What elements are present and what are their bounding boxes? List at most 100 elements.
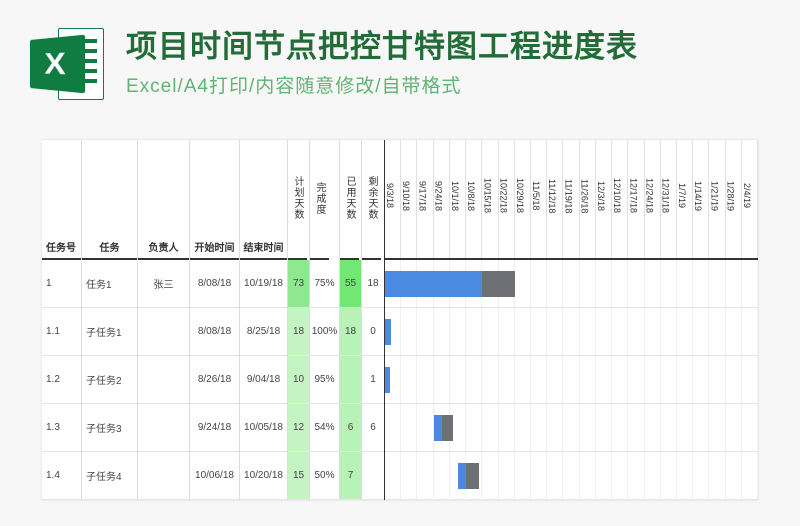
gantt-row — [385, 404, 758, 452]
cell-plan-days: 12 — [288, 404, 309, 452]
col-task-no: 任务号 1 1.1 1.2 1.3 1.4 — [42, 140, 82, 500]
cell-start: 10/06/18 — [190, 452, 239, 500]
col-start: 开始时间 8/08/18 8/08/18 8/26/18 9/24/18 10/… — [190, 140, 240, 500]
gantt-date-col: 1/28/19 — [726, 140, 742, 258]
header-task-no: 任务号 — [42, 140, 81, 260]
cell-person — [138, 452, 189, 500]
cell-progress: 95% — [310, 356, 339, 404]
cell-task: 任务1 — [82, 260, 137, 308]
cell-plan-days: 73 — [288, 260, 309, 308]
gantt-date-col: 10/22/18 — [499, 140, 515, 258]
cell-progress: 100% — [310, 308, 339, 356]
spreadsheet-preview: 任务号 1 1.1 1.2 1.3 1.4 任务 任务1 子任务1 子任务2 子… — [42, 140, 758, 500]
gantt-bar-done — [385, 367, 390, 393]
cell-used-days: 7 — [340, 452, 361, 500]
gantt-area: 9/3/189/10/189/17/189/24/1810/1/1810/8/1… — [385, 140, 758, 500]
gantt-date-col: 12/10/18 — [612, 140, 628, 258]
document-subtitle: Excel/A4打印/内容随意修改/自带格式 — [126, 71, 800, 98]
header-task: 任务 — [82, 140, 137, 260]
title-text: 项目时间节点把控甘特图工程进度表 Excel/A4打印/内容随意修改/自带格式 — [126, 28, 800, 98]
cell-start: 9/24/18 — [190, 404, 239, 452]
cell-task: 子任务1 — [82, 308, 137, 356]
document-title: 项目时间节点把控甘特图工程进度表 — [126, 28, 800, 67]
gantt-date-col: 9/24/18 — [434, 140, 450, 258]
cell-task-no: 1.3 — [42, 404, 81, 452]
cell-progress: 75% — [310, 260, 339, 308]
excel-icon: X — [30, 28, 110, 108]
header-used-days: 已用天数 — [340, 140, 359, 260]
cell-task-no: 1.1 — [42, 308, 81, 356]
cell-remain-days: 18 — [362, 260, 384, 308]
title-bar: X 项目时间节点把控甘特图工程进度表 Excel/A4打印/内容随意修改/自带格… — [0, 0, 800, 108]
cell-task-no: 1 — [42, 260, 81, 308]
cell-start: 8/08/18 — [190, 260, 239, 308]
cell-remain-days: 0 — [362, 308, 384, 356]
gantt-date-col: 1/14/19 — [693, 140, 709, 258]
cell-person — [138, 404, 189, 452]
gantt-date-col: 12/3/18 — [596, 140, 612, 258]
gantt-bar-done — [434, 415, 442, 441]
header-remain-days: 剩余天数 — [362, 140, 381, 260]
excel-icon-letter: X — [45, 46, 66, 83]
cell-plan-days: 10 — [288, 356, 309, 404]
cell-remain-days: 6 — [362, 404, 384, 452]
gantt-row — [385, 260, 758, 308]
cell-used-days: 55 — [340, 260, 361, 308]
col-progress: 完成度 75% 100% 95% 54% 50% — [310, 140, 340, 500]
gantt-date-col: 11/26/18 — [580, 140, 596, 258]
gantt-date-col: 9/10/18 — [401, 140, 417, 258]
cell-task-no: 1.2 — [42, 356, 81, 404]
header-person: 负责人 — [138, 140, 189, 260]
gantt-bar-remaining — [442, 415, 453, 441]
header-plan-days: 计划天数 — [288, 140, 307, 260]
cell-task: 子任务2 — [82, 356, 137, 404]
gantt-date-col: 10/29/18 — [515, 140, 531, 258]
cell-person: 张三 — [138, 260, 189, 308]
cell-start: 8/08/18 — [190, 308, 239, 356]
cell-used-days — [340, 356, 361, 404]
cell-person — [138, 308, 189, 356]
cell-progress: 54% — [310, 404, 339, 452]
gantt-date-col: 12/24/18 — [645, 140, 661, 258]
header-end: 结束时间 — [240, 140, 287, 260]
cell-end: 10/20/18 — [240, 452, 287, 500]
cell-task: 子任务3 — [82, 404, 137, 452]
gantt-date-col: 12/17/18 — [628, 140, 644, 258]
header-progress: 完成度 — [310, 140, 329, 260]
cell-plan-days: 15 — [288, 452, 309, 500]
header-start: 开始时间 — [190, 140, 239, 260]
col-end: 结束时间 10/19/18 8/25/18 9/04/18 10/05/18 1… — [240, 140, 288, 500]
col-used-days: 已用天数 55 18 6 7 — [340, 140, 362, 500]
gantt-date-col: 9/3/18 — [385, 140, 401, 258]
cell-remain-days — [362, 452, 384, 500]
cell-start: 8/26/18 — [190, 356, 239, 404]
table-left-columns: 任务号 1 1.1 1.2 1.3 1.4 任务 任务1 子任务1 子任务2 子… — [42, 140, 385, 500]
cell-task: 子任务4 — [82, 452, 137, 500]
cell-remain-days: 1 — [362, 356, 384, 404]
gantt-row — [385, 452, 758, 500]
gantt-date-col: 11/5/18 — [531, 140, 547, 258]
cell-plan-days: 18 — [288, 308, 309, 356]
cell-end: 9/04/18 — [240, 356, 287, 404]
gantt-bar-done — [385, 319, 391, 345]
cell-used-days: 6 — [340, 404, 361, 452]
gantt-date-col: 11/19/18 — [563, 140, 579, 258]
col-person: 负责人 张三 — [138, 140, 190, 500]
gantt-date-col: 1/7/19 — [677, 140, 693, 258]
gantt-date-col: 12/31/18 — [661, 140, 677, 258]
gantt-row — [385, 356, 758, 404]
gantt-date-col: 10/1/18 — [450, 140, 466, 258]
gantt-date-col: 10/8/18 — [466, 140, 482, 258]
gantt-bar-remaining — [482, 271, 514, 297]
cell-end: 8/25/18 — [240, 308, 287, 356]
col-plan-days: 计划天数 73 18 10 12 15 — [288, 140, 310, 500]
gantt-date-col: 9/17/18 — [417, 140, 433, 258]
cell-used-days: 18 — [340, 308, 361, 356]
cell-task-no: 1.4 — [42, 452, 81, 500]
gantt-date-col: 2/4/19 — [742, 140, 758, 258]
gantt-bar-done — [385, 271, 482, 297]
cell-end: 10/19/18 — [240, 260, 287, 308]
col-task: 任务 任务1 子任务1 子任务2 子任务3 子任务4 — [82, 140, 138, 500]
gantt-rows — [385, 260, 758, 500]
gantt-date-col: 1/21/19 — [709, 140, 725, 258]
